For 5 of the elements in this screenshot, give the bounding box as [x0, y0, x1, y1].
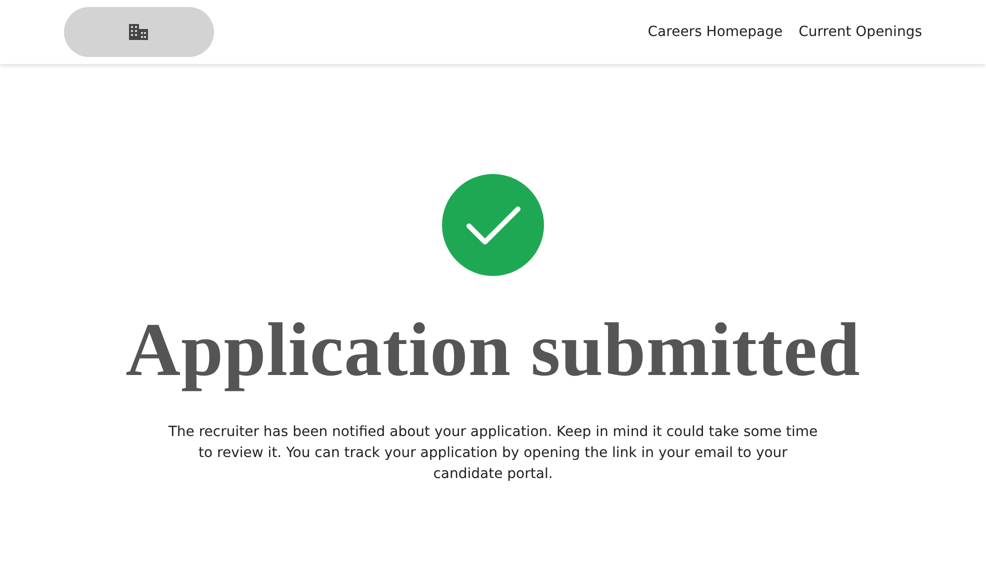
- confirmation-message: The recruiter has been notified about your application. Keep in mind it could take some time to review it. You can track your application by opening the link in your email to your candidate portal.: [168, 423, 818, 484]
- nav-link[interactable]: Current Openings: [798, 24, 922, 40]
- building-icon: [129, 24, 149, 40]
- nav-link[interactable]: Careers Homepage: [648, 24, 783, 40]
- company-logo[interactable]: [64, 7, 214, 57]
